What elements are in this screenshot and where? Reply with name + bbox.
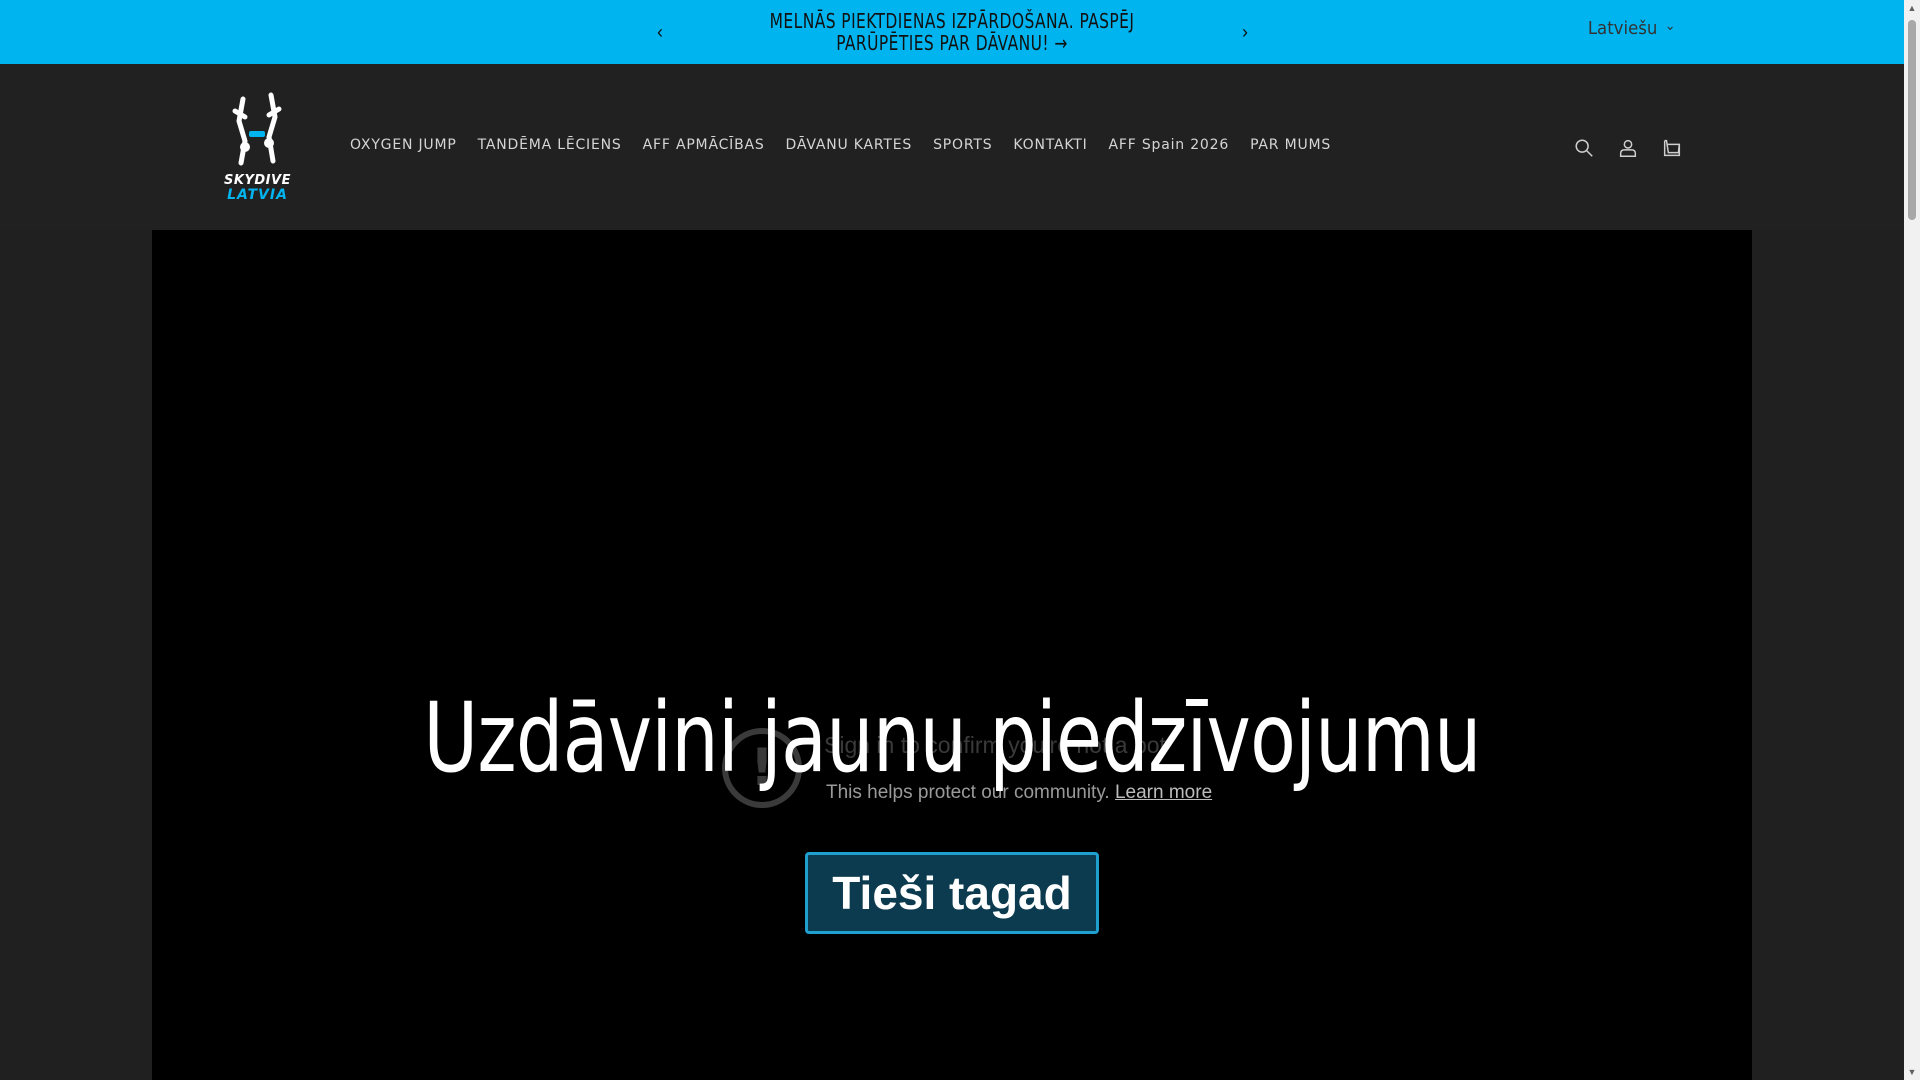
main-nav: OXYGEN JUMP TANDĒMA LĒCIENS AFF APMĀCĪBA… [350, 137, 1331, 153]
nav-item-davanu-kartes[interactable]: DĀVANU KARTES [786, 137, 913, 153]
language-selector[interactable]: Latviešu ⌄ [1587, 17, 1676, 40]
skydiver-logo-icon [232, 92, 282, 166]
announcement-next-button[interactable]: › [1233, 20, 1257, 44]
scroll-down-icon[interactable]: ▼ [1904, 1064, 1920, 1080]
logo-text-latvia: LATVIA [227, 187, 288, 203]
site-logo[interactable]: SKYDIVE LATVIA [205, 91, 310, 209]
nav-item-tandema-leciens[interactable]: TANDĒMA LĒCIENS [478, 137, 622, 153]
search-icon [1575, 139, 1593, 157]
site-header: SKYDIVE LATVIA OXYGEN JUMP TANDĒMA LĒCIE… [0, 64, 1904, 230]
nav-item-sports[interactable]: SPORTS [933, 137, 992, 153]
cart-button[interactable] [1660, 136, 1684, 160]
chevron-left-icon: ‹ [657, 21, 663, 42]
nav-item-par-mums[interactable]: PAR MUMS [1250, 137, 1331, 153]
chevron-down-icon: ⌄ [1664, 17, 1676, 34]
announcement-link[interactable]: MELNĀS PIEKTDIENAS IZPĀRDOŠANA. PASPĒJ P… [728, 10, 1175, 54]
hero-title: Uzdāvini jaunu piedzīvojumu [423, 682, 1481, 794]
cart-icon [1663, 139, 1681, 157]
nav-item-oxygen-jump[interactable]: OXYGEN JUMP [350, 137, 457, 153]
nav-item-kontakti[interactable]: KONTAKTI [1013, 137, 1087, 153]
nav-item-aff-spain-2026[interactable]: AFF Spain 2026 [1109, 137, 1230, 153]
chevron-right-icon: › [1242, 21, 1248, 42]
header-icons [1572, 136, 1684, 160]
announcement-prev-button[interactable]: ‹ [648, 20, 672, 44]
user-icon [1619, 139, 1637, 157]
cta-button[interactable]: Tieši tagad [805, 852, 1099, 934]
announcement-bar: ‹ MELNĀS PIEKTDIENAS IZPĀRDOŠANA. PASPĒJ… [0, 0, 1904, 64]
logo-text-skydive: SKYDIVE [224, 173, 291, 188]
nav-item-aff-apmacibas[interactable]: AFF APMĀCĪBAS [643, 137, 765, 153]
hero-section: ! Sign in to confirm you're not a bot Th… [152, 230, 1752, 1080]
account-button[interactable] [1616, 136, 1640, 160]
scrollbar-thumb[interactable] [1908, 20, 1916, 220]
language-label: Latviešu [1587, 18, 1658, 39]
scroll-up-icon[interactable]: ▲ [1904, 0, 1920, 16]
search-button[interactable] [1572, 136, 1596, 160]
scrollbar[interactable]: ▲ ▼ [1904, 0, 1920, 1080]
